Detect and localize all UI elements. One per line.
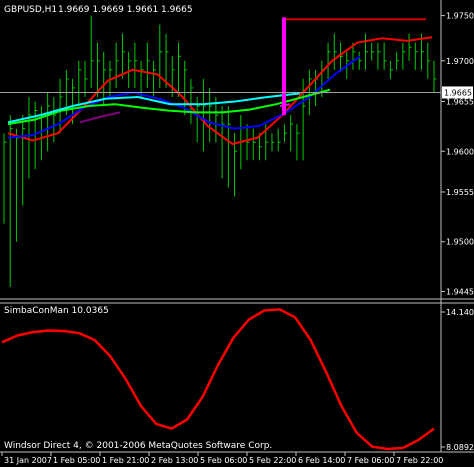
chart-background <box>0 0 474 467</box>
time-tick-label: 7 Feb 22:00 <box>396 456 443 465</box>
price-tick-label: 1.9555 <box>446 188 474 197</box>
time-tick-label: 1 Feb 05:00 <box>53 456 100 465</box>
price-tick-label: 1.9500 <box>446 238 474 247</box>
time-tick-label: 7 Feb 06:00 <box>347 456 394 465</box>
time-tick-label: 1 Feb 21:00 <box>102 456 149 465</box>
price-tick-label: 1.9445 <box>446 287 474 296</box>
time-tick-label: 5 Feb 06:00 <box>200 456 247 465</box>
indicator-title: SimbaConMan 10.0365 <box>4 306 109 316</box>
current-price-label: 1.9665 <box>442 86 473 99</box>
price-tick-label: 1.9600 <box>446 147 474 156</box>
time-tick-label: 5 Feb 22:00 <box>249 456 296 465</box>
price-tick-label: 1.9700 <box>446 57 474 66</box>
copyright-text: Windsor Direct 4, © 2001-2006 MetaQuotes… <box>4 441 272 451</box>
indicator-tick-label: 8.0892 <box>446 443 474 452</box>
time-tick-label: 6 Feb 14:00 <box>298 456 345 465</box>
symbol-header: GBPUSD,H1 <box>4 5 57 15</box>
trading-chart: GBPUSD,H1 1.9669 1.9669 1.9661 1.9665 Si… <box>0 0 474 467</box>
price-tick-label: 1.9655 <box>446 98 474 107</box>
time-tick-label: 31 Jan 2007 <box>4 456 52 465</box>
ohlc-readout: 1.9669 1.9669 1.9661 1.9665 <box>58 5 193 15</box>
price-tick-label: 1.9750 <box>446 12 474 21</box>
indicator-tick-label: 14.1403 <box>446 308 474 317</box>
time-tick-label: 2 Feb 13:00 <box>151 456 198 465</box>
price-label-text: 1.9665 <box>444 88 472 97</box>
